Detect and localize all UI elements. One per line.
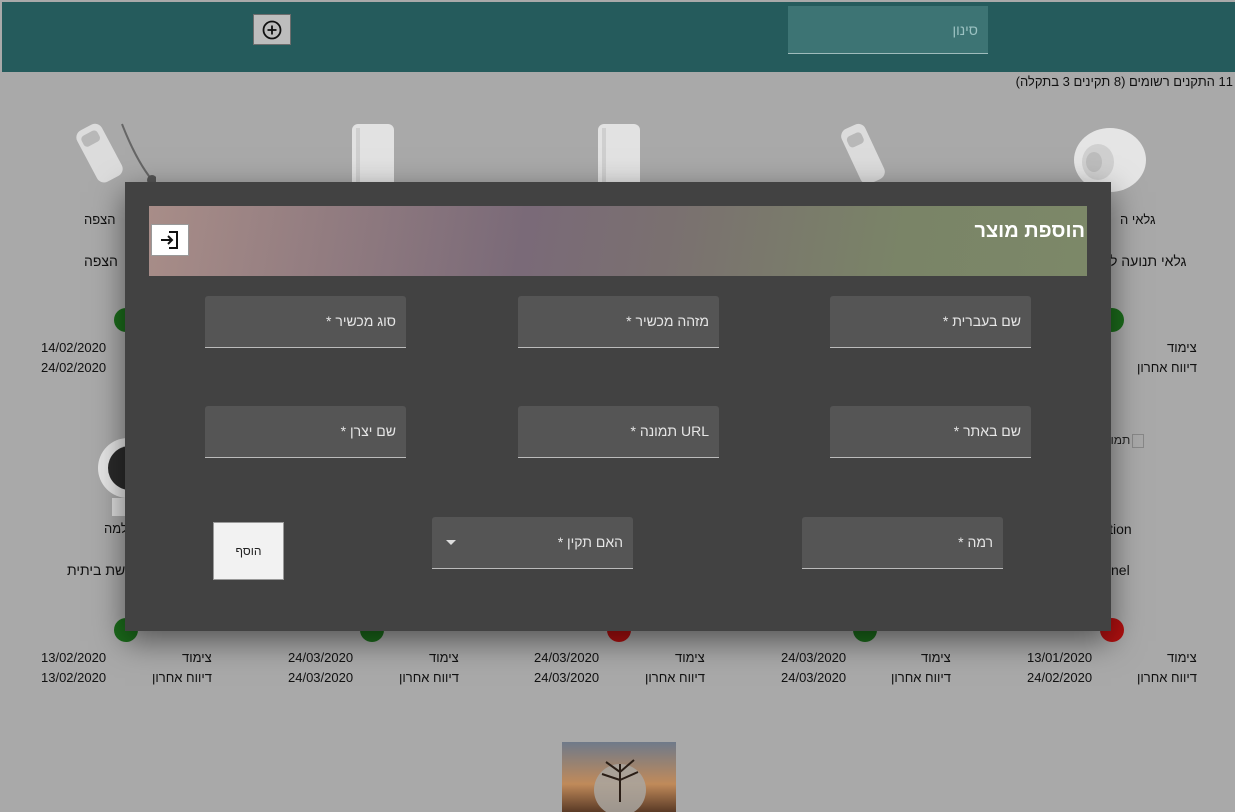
crystal-ball-image	[562, 742, 676, 812]
devices-summary: 11 התקנים רשומים (8 תקינים 3 בתקלה)	[1015, 74, 1233, 89]
close-dialog-button[interactable]	[151, 224, 189, 256]
flood-sensor-image[interactable]	[76, 120, 156, 190]
add-button[interactable]: הוסף	[213, 522, 284, 580]
last-report-date: 24/02/2020	[1027, 670, 1093, 685]
last-report-date: 24/03/2020	[781, 670, 847, 685]
site-name-field[interactable]: שם באתר *	[830, 406, 1031, 458]
paired-label: צימוד	[429, 650, 459, 665]
hebrew-name-field[interactable]: שם בעברית *	[830, 296, 1031, 348]
maker-name-field[interactable]: שם יצרן *	[205, 406, 406, 458]
sign-in-icon	[161, 231, 178, 249]
device-name: הצפה	[84, 253, 118, 269]
is-valid-select[interactable]: האם תקין *	[432, 517, 633, 569]
dialog-header: הוספת מוצר	[149, 206, 1087, 276]
last-report-label: דיווח אחרון	[1137, 360, 1197, 375]
caret-down-icon	[446, 540, 456, 545]
last-report-label: דיווח אחרון	[645, 670, 705, 685]
last-report-date: 24/03/2020	[288, 670, 354, 685]
maker-name-label: שם יצרן *	[340, 423, 396, 439]
site-name-label: שם באתר *	[953, 423, 1021, 439]
last-report-date: 24/02/2020	[41, 360, 107, 375]
paired-date: 24/03/2020	[534, 650, 600, 665]
device-name: שת ביתית	[67, 562, 126, 578]
is-valid-label: האם תקין *	[557, 534, 623, 550]
last-report-label: דיווח אחרון	[152, 670, 212, 685]
add-product-dialog: הוספת מוצר שם בעברית * מזהה מכשיר * סוג …	[125, 182, 1111, 631]
device-type-label: סוג מכשיר *	[326, 313, 396, 329]
last-report-date: 13/02/2020	[41, 670, 107, 685]
door-sensor-image-2[interactable]	[336, 120, 416, 190]
motion-sensor-image[interactable]	[832, 120, 912, 190]
device-id-label: מזהה מכשיר *	[626, 313, 709, 329]
filter-input[interactable]	[788, 6, 988, 53]
last-report-label: דיווח אחרון	[891, 670, 951, 685]
device-short-name: גלאי ה	[1120, 212, 1156, 227]
last-report-label: דיווח אחרון	[1137, 670, 1197, 685]
paired-label: צימוד	[1167, 650, 1197, 665]
device-short-name: הצפה	[84, 212, 116, 227]
broken-image: תמונ	[1106, 433, 1145, 448]
paired-date: 24/03/2020	[781, 650, 847, 665]
paired-date: 14/02/2020	[41, 340, 107, 355]
device-id-field[interactable]: מזהה מכשיר *	[518, 296, 719, 348]
top-bar	[2, 2, 1235, 72]
level-label: רמה *	[958, 534, 993, 550]
filter-field[interactable]	[788, 6, 988, 54]
paired-date: 13/01/2020	[1027, 650, 1093, 665]
level-field[interactable]: רמה *	[802, 517, 1003, 569]
last-report-label: דיווח אחרון	[399, 670, 459, 685]
last-report-date: 24/03/2020	[534, 670, 600, 685]
paired-label: צימוד	[1167, 340, 1197, 355]
plus-circle-icon	[262, 20, 282, 39]
door-sensor-image[interactable]	[582, 120, 662, 190]
paired-label: צימוד	[182, 650, 212, 665]
hebrew-name-label: שם בעברית *	[942, 313, 1021, 329]
paired-label: צימוד	[921, 650, 951, 665]
paired-label: צימוד	[675, 650, 705, 665]
add-device-button[interactable]	[253, 14, 291, 45]
paired-date: 24/03/2020	[288, 650, 354, 665]
device-type-field[interactable]: סוג מכשיר *	[205, 296, 406, 348]
device-name: גלאי תנועה ל	[1110, 253, 1187, 269]
image-url-field[interactable]: URL תמונה *	[518, 406, 719, 458]
paired-date: 13/02/2020	[41, 650, 107, 665]
image-url-label: URL תמונה *	[630, 423, 710, 439]
dialog-title: הוספת מוצר	[974, 220, 1085, 242]
device-name: nel	[1111, 562, 1130, 578]
